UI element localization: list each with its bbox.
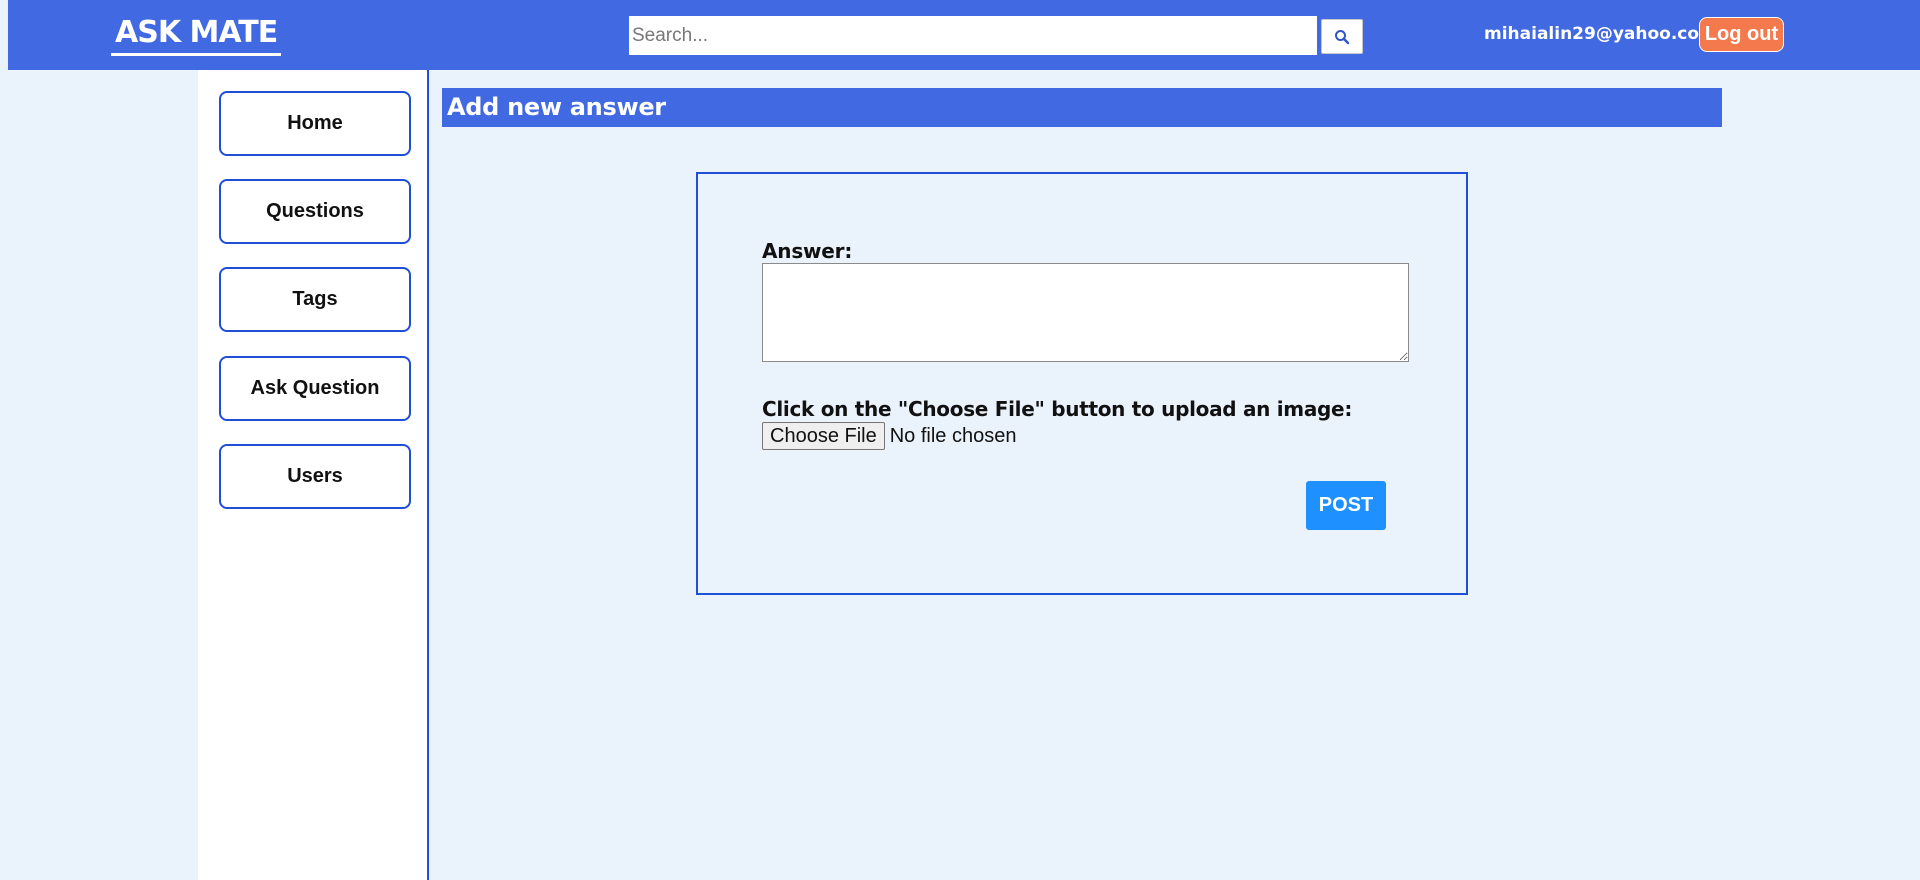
file-status-text: No file chosen	[889, 424, 1017, 447]
answer-label: Answer:	[762, 239, 853, 263]
sidebar-item-home[interactable]: Home	[219, 91, 411, 156]
sidebar-item-questions[interactable]: Questions	[219, 179, 411, 244]
choose-file-button[interactable]: Choose File	[762, 422, 885, 450]
answer-form: Answer: Click on the "Choose File" butto…	[696, 172, 1468, 595]
sidebar-item-ask-question[interactable]: Ask Question	[219, 356, 411, 421]
answer-textarea[interactable]	[762, 263, 1409, 362]
site-logo[interactable]: ASK MATE	[111, 13, 282, 56]
page-title: Add new answer	[442, 88, 1722, 127]
top-navbar: ASK MATE mihaialin29@yahoo.com Log out	[8, 0, 1920, 70]
search-icon	[1335, 29, 1350, 44]
search-input[interactable]	[629, 16, 1317, 55]
sidebar-item-users[interactable]: Users	[219, 444, 411, 509]
search-button[interactable]	[1321, 19, 1363, 54]
user-email: mihaialin29@yahoo.com	[1484, 24, 1717, 44]
logout-button[interactable]: Log out	[1699, 17, 1784, 52]
file-upload: Choose File No file chosen	[762, 422, 1016, 450]
sidebar: Home Questions Tags Ask Question Users	[198, 70, 429, 880]
post-button[interactable]: POST	[1306, 481, 1386, 530]
sidebar-item-tags[interactable]: Tags	[219, 267, 411, 332]
upload-label: Click on the "Choose File" button to upl…	[762, 397, 1353, 421]
